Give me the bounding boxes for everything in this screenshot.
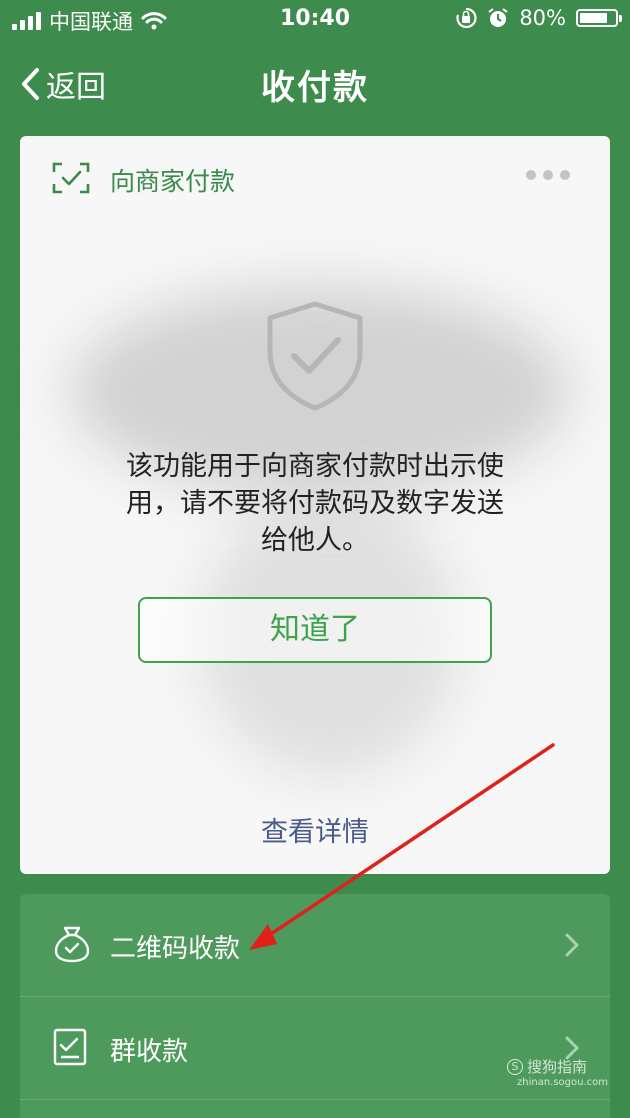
menu-item-qr-receive[interactable]: 二维码收款 bbox=[20, 894, 610, 996]
sogou-watermark: S 搜狗指南 zhinan.sogou.com bbox=[506, 1058, 608, 1091]
shield-check-icon bbox=[267, 301, 363, 411]
money-bag-icon bbox=[54, 926, 90, 963]
pay-to-merchant-card: 向商家付款 该功能用于向商家付款时出示使 用，请不要将付款码及数字发送 给他人。… bbox=[20, 136, 610, 874]
notice-line: 给他人。 bbox=[261, 525, 369, 556]
nav-bar: 返回 收付款 bbox=[0, 50, 630, 114]
page-title: 收付款 bbox=[261, 68, 369, 108]
menu-item-label: 群收款 bbox=[110, 1037, 189, 1067]
security-notice: 该功能用于向商家付款时出示使 用，请不要将付款码及数字发送 给他人。 bbox=[90, 448, 540, 559]
status-bar: 中国联通 10:40 80% bbox=[0, 0, 630, 40]
card-title: 向商家付款 bbox=[110, 167, 236, 196]
view-details-link[interactable]: 查看详情 bbox=[20, 810, 610, 849]
alarm-icon bbox=[488, 8, 508, 27]
battery-icon bbox=[576, 9, 622, 27]
more-options-icon[interactable] bbox=[526, 170, 570, 180]
notice-line: 用，请不要将付款码及数字发送 bbox=[126, 488, 504, 519]
scan-pay-icon bbox=[52, 162, 90, 194]
menu-item-label: 二维码收款 bbox=[110, 934, 241, 964]
watermark-url: zhinan.sogou.com bbox=[516, 1077, 608, 1088]
acknowledge-button[interactable]: 知道了 bbox=[138, 597, 492, 663]
status-right: 80% bbox=[455, 6, 622, 30]
group-bill-icon bbox=[53, 1028, 87, 1066]
watermark-brand: 搜狗指南 bbox=[526, 1058, 587, 1076]
notice-line: 该功能用于向商家付款时出示使 bbox=[126, 451, 504, 482]
card-header: 向商家付款 bbox=[20, 136, 610, 224]
divider bbox=[20, 1099, 610, 1100]
battery-percent: 80% bbox=[519, 6, 566, 30]
chevron-right-icon bbox=[565, 933, 579, 957]
rotation-lock-icon bbox=[456, 7, 477, 29]
sogou-logo: S bbox=[506, 1059, 523, 1075]
